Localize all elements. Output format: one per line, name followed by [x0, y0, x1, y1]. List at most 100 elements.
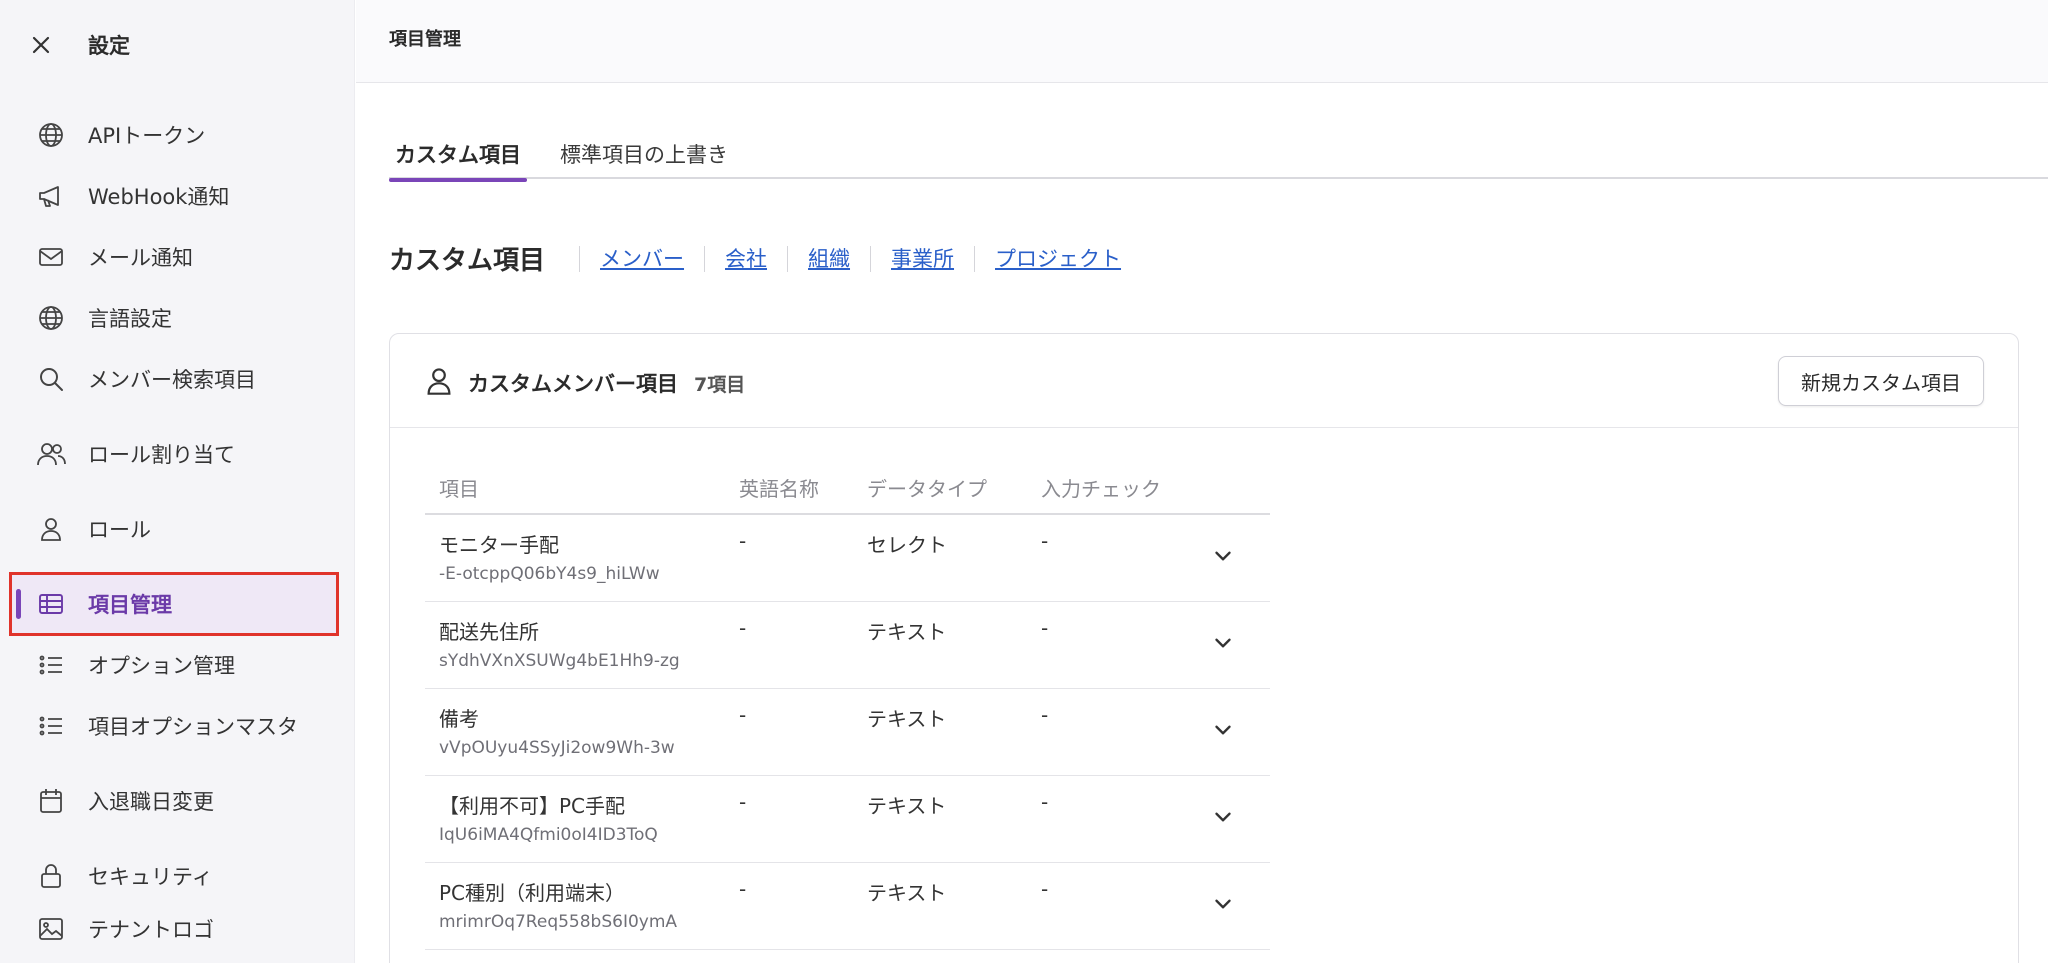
link-member[interactable]: メンバー [579, 245, 704, 272]
field-name: 配送先住所 [439, 619, 539, 644]
tab-label: カスタム項目 [395, 142, 521, 167]
section-header: カスタム項目 メンバー 会社 組織 事業所 プロジェクト [389, 240, 1141, 277]
field-name-cell: 【利用不可】PC手配 IqU6iMA4Qfmi0oI4ID3ToQ [425, 775, 725, 863]
link-organization[interactable]: 組織 [787, 245, 870, 272]
sidebar-item-mail-notification[interactable]: メール通知 [10, 228, 336, 286]
person-icon [36, 514, 66, 544]
sidebar-item-label: 項目管理 [88, 593, 172, 617]
sidebar-item-label: メール通知 [88, 246, 193, 270]
column-header: 英語名称 [725, 462, 853, 515]
field-id: IqU6iMA4Qfmi0oI4ID3ToQ [439, 824, 658, 845]
table-row[interactable]: モニター手配 -E-otcppQ06bY4s9_hiLWw - セレクト - [425, 514, 1270, 602]
sidebar-item-security[interactable]: セキュリティ [10, 847, 336, 905]
table-row[interactable]: 【利用不可】PC手配 IqU6iMA4Qfmi0oI4ID3ToQ - テキスト… [425, 775, 1270, 863]
expand-cell [1210, 862, 1270, 950]
search-icon [36, 364, 66, 394]
input-check-cell: - [1027, 688, 1210, 776]
chevron-down-icon[interactable] [1210, 630, 1236, 656]
tab-standard-override[interactable]: 標準項目の上書き [554, 128, 734, 179]
sidebar-item-member-search[interactable]: メンバー検索項目 [10, 350, 336, 408]
sidebar-item-field-management[interactable]: 項目管理 [10, 575, 336, 633]
english-name-cell: - [725, 601, 853, 689]
sidebar-item-label: 入退職日変更 [88, 790, 214, 814]
table-row[interactable]: 配送先住所 sYdhVXnXSUWg4bE1Hh9-zg - テキスト - [425, 601, 1270, 689]
column-header: 入力チェック [1027, 462, 1210, 515]
field-name: PC種別（利用端末） [439, 880, 626, 905]
sidebar-header: 設定 [26, 30, 130, 60]
close-icon[interactable] [26, 30, 56, 60]
chevron-down-icon[interactable] [1210, 717, 1236, 743]
table-header-row: 項目 英語名称 データタイプ 入力チェック [425, 462, 1270, 515]
chevron-down-icon[interactable] [1210, 804, 1236, 830]
chevron-down-icon[interactable] [1210, 543, 1236, 569]
sidebar-item-label: 項目オプションマスタ [88, 715, 298, 739]
link-company[interactable]: 会社 [704, 245, 787, 272]
sidebar-item-label: WebHook通知 [88, 185, 230, 209]
globe-icon [36, 303, 66, 333]
field-count: 7項目 [694, 374, 746, 396]
section-title: カスタム項目 [389, 246, 546, 276]
list-icon [36, 711, 66, 741]
link-office[interactable]: 事業所 [870, 245, 974, 272]
sidebar-item-label: ロール割り当て [88, 443, 235, 467]
chevron-down-icon[interactable] [1210, 891, 1236, 917]
tab-bar: カスタム項目 標準項目の上書き [389, 128, 2048, 182]
field-name: 備考 [439, 706, 479, 731]
calendar-icon [36, 786, 66, 816]
sidebar-item-date-change[interactable]: 入退職日変更 [10, 772, 336, 830]
expand-cell [1210, 688, 1270, 776]
expand-cell [1210, 514, 1270, 602]
column-header: 項目 [425, 462, 725, 515]
data-type-cell: テキスト [853, 601, 1027, 689]
sidebar-item-label: メンバー検索項目 [88, 368, 256, 392]
image-icon [36, 914, 66, 944]
field-name-cell: 備考 vVpOUyu4SSyJi2ow9Wh-3w [425, 688, 725, 776]
sidebar-item-label: APIトークン [88, 124, 206, 148]
mail-icon [36, 242, 66, 272]
field-name-cell: PC種別（利用端末） mrimrOq7Req558bS6I0ymA [425, 862, 725, 950]
sidebar-item-label: テナントロゴ [88, 918, 214, 942]
sidebar-item-label: セキュリティ [88, 865, 213, 889]
english-name-cell: - [725, 514, 853, 602]
sidebar-item-tenant-logo[interactable]: テナントロゴ [10, 900, 336, 958]
sidebar-item-label: ロール [88, 518, 151, 542]
custom-member-fields-card: カスタムメンバー項目 7項目 新規カスタム項目 項目 英語名称 データタイプ 入… [389, 333, 2019, 963]
input-check-cell: - [1027, 514, 1210, 602]
table-row[interactable]: 備考 vVpOUyu4SSyJi2ow9Wh-3w - テキスト - [425, 688, 1270, 776]
sidebar-item-option-master[interactable]: 項目オプションマスタ [10, 697, 336, 755]
person-icon [427, 368, 451, 395]
data-type-cell: テキスト [853, 775, 1027, 863]
fields-table: 項目 英語名称 データタイプ 入力チェック モニター手配 -E-otcppQ06… [425, 462, 1270, 950]
table-icon [36, 589, 66, 619]
new-custom-field-button[interactable]: 新規カスタム項目 [1778, 356, 1984, 406]
users-icon [36, 439, 66, 469]
sidebar: 設定 APIトークン WebHook通知 メール通知 言語設定 メンバー検索項目 [0, 0, 355, 963]
tab-custom-fields[interactable]: カスタム項目 [389, 128, 527, 182]
sidebar-item-label: 言語設定 [88, 307, 172, 331]
link-project[interactable]: プロジェクト [974, 245, 1141, 272]
field-name-cell: モニター手配 -E-otcppQ06bY4s9_hiLWw [425, 514, 725, 602]
data-type-cell: セレクト [853, 514, 1027, 602]
sidebar-item-option-management[interactable]: オプション管理 [10, 636, 336, 694]
card-title: カスタムメンバー項目 [468, 372, 678, 396]
english-name-cell: - [725, 862, 853, 950]
list-icon [36, 650, 66, 680]
expand-cell [1210, 601, 1270, 689]
sidebar-item-role-assignment[interactable]: ロール割り当て [10, 425, 336, 483]
english-name-cell: - [725, 688, 853, 776]
sidebar-item-label: オプション管理 [88, 654, 235, 678]
sidebar-item-api-token[interactable]: APIトークン [10, 106, 336, 164]
field-id: -E-otcppQ06bY4s9_hiLWw [439, 564, 660, 584]
card-header: カスタムメンバー項目 7項目 新規カスタム項目 [390, 334, 2018, 428]
column-header-expand [1210, 462, 1270, 515]
input-check-cell: - [1027, 601, 1210, 689]
tab-label: 標準項目の上書き [560, 142, 728, 167]
sidebar-item-language[interactable]: 言語設定 [10, 289, 336, 347]
table-row[interactable]: PC種別（利用端末） mrimrOq7Req558bS6I0ymA - テキスト… [425, 862, 1270, 950]
sidebar-item-webhook[interactable]: WebHook通知 [10, 167, 336, 225]
column-header: データタイプ [853, 462, 1027, 515]
data-type-cell: テキスト [853, 862, 1027, 950]
sidebar-title: 設定 [88, 34, 130, 58]
sidebar-item-role[interactable]: ロール [10, 500, 336, 558]
field-id: vVpOUyu4SSyJi2ow9Wh-3w [439, 737, 675, 758]
